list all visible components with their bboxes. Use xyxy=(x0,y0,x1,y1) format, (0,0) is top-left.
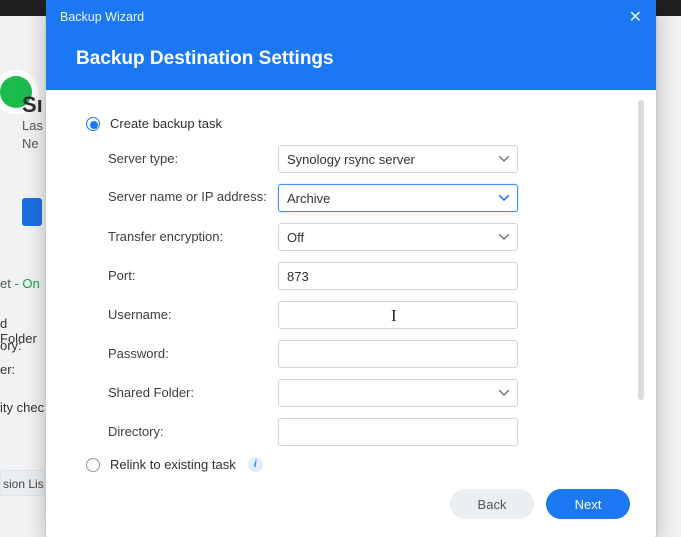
label-server-name: Server name or IP address: xyxy=(108,184,278,205)
next-button[interactable]: Next xyxy=(546,489,630,519)
modal-titlebar: Backup Wizard ✕ xyxy=(46,0,656,34)
select-shared-folder[interactable] xyxy=(278,379,518,407)
label-encryption: Transfer encryption: xyxy=(108,229,278,245)
input-directory[interactable] xyxy=(278,418,518,446)
back-button[interactable]: Back xyxy=(450,489,534,519)
bg-status-tag: et - On xyxy=(0,276,40,291)
label-server-type: Server type: xyxy=(108,151,278,167)
select-server-type[interactable]: Synology rsync server xyxy=(278,145,518,173)
modal-footer: Back Next xyxy=(46,477,656,537)
modal-header: Backup Destination Settings xyxy=(46,34,656,90)
field-server-type: Server type: Synology rsync server xyxy=(108,145,618,173)
password-input[interactable] xyxy=(287,341,509,367)
combo-value: Archive xyxy=(287,191,330,206)
info-icon[interactable]: i xyxy=(248,457,263,472)
bg-heading: Sı xyxy=(22,92,43,118)
field-username: Username: I xyxy=(108,301,618,329)
input-password[interactable] xyxy=(278,340,518,368)
label-port: Port: xyxy=(108,268,278,284)
field-directory: Directory: xyxy=(108,418,618,446)
input-port[interactable] xyxy=(278,262,518,290)
label-directory: Directory: xyxy=(108,424,278,440)
bg-list-button[interactable]: sion Lis xyxy=(0,470,45,496)
label-password: Password: xyxy=(108,346,278,362)
scrollbar-thumb[interactable] xyxy=(638,100,644,400)
input-username[interactable]: I xyxy=(278,301,518,329)
chevron-down-icon xyxy=(499,195,509,201)
chevron-down-icon xyxy=(499,156,509,162)
radio-icon xyxy=(86,117,100,131)
bg-row: ity chec xyxy=(0,400,45,415)
radio-icon xyxy=(86,458,100,472)
backup-wizard-modal: Backup Wizard ✕ Backup Destination Setti… xyxy=(46,0,656,537)
select-encryption[interactable]: Off xyxy=(278,223,518,251)
bg-row: er: xyxy=(0,362,45,377)
field-encryption: Transfer encryption: Off xyxy=(108,223,618,251)
modal-title: Backup Wizard xyxy=(60,10,144,24)
bg-text-ne: Ne xyxy=(22,136,39,151)
radio-label: Create backup task xyxy=(110,116,222,131)
chevron-down-icon xyxy=(499,390,509,396)
field-password: Password: xyxy=(108,340,618,368)
radio-create-task[interactable]: Create backup task xyxy=(84,116,618,131)
port-input[interactable] xyxy=(287,263,509,289)
combo-server-name[interactable]: Archive xyxy=(278,184,518,212)
label-username: Username: xyxy=(108,307,278,323)
chevron-down-icon xyxy=(499,234,509,240)
directory-input[interactable] xyxy=(287,419,509,445)
bg-text-las: Las xyxy=(22,118,43,133)
bg-blue-button[interactable] xyxy=(22,198,42,226)
select-value: Off xyxy=(287,230,304,245)
field-server-name: Server name or IP address: Archive xyxy=(108,184,618,212)
bg-row: ory: xyxy=(0,338,45,353)
select-value: Synology rsync server xyxy=(287,152,415,167)
form-create-task: Server type: Synology rsync server Serve… xyxy=(84,145,618,446)
radio-relink-task[interactable]: Relink to existing task i xyxy=(84,457,618,472)
field-port: Port: xyxy=(108,262,618,290)
radio-label: Relink to existing task xyxy=(110,457,236,472)
modal-body: Create backup task Server type: Synology… xyxy=(46,90,656,477)
label-shared-folder: Shared Folder: xyxy=(108,385,278,401)
username-input[interactable] xyxy=(287,302,509,328)
field-shared-folder: Shared Folder: xyxy=(108,379,618,407)
close-icon[interactable]: ✕ xyxy=(629,7,642,27)
